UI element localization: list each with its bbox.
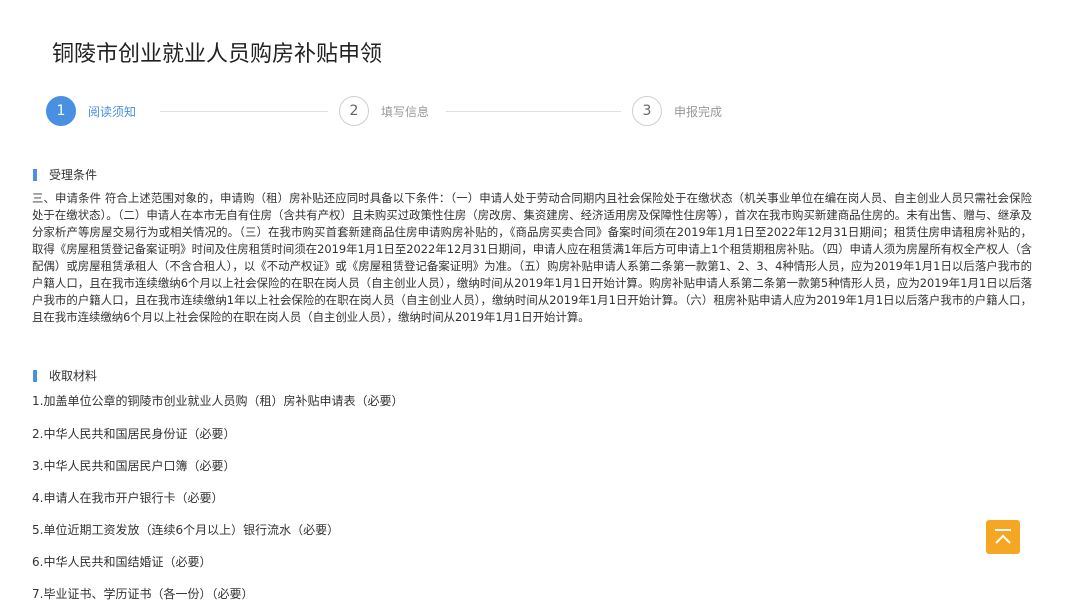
page-title: 铜陵市创业就业人员购房补贴申领 [52,42,383,67]
section-marker [33,168,37,181]
step-connector [446,111,621,112]
material-item: 6.中华人民共和国结婚证（必要） [32,555,212,569]
step-label-2: 填写信息 [381,104,430,119]
page: 铜陵市创业就业人员购房补贴申领 1 阅读须知 2 填写信息 3 申报完成 受理条… [0,0,1080,611]
conditions-header: 受理条件 [33,166,97,183]
materials-heading: 收取材料 [49,369,98,383]
conditions-text: 三、申请条件 符合上述范围对象的，申请购（租）房补贴还应同时具备以下条件：（一）… [32,191,1032,324]
step-label-1: 阅读须知 [88,104,137,119]
material-item: 7.毕业证书、学历证书（各一份）（必要） [32,587,254,601]
step-number-1: 1 [46,96,76,126]
step-number-2: 2 [339,96,369,126]
step-read-notice[interactable]: 1 阅读须知 [46,95,136,127]
step-complete[interactable]: 3 申报完成 [632,95,722,127]
material-item: 2.中华人民共和国居民身份证（必要） [32,427,236,441]
step-number-3: 3 [632,96,662,126]
material-item: 4.申请人在我市开户银行卡（必要） [32,491,224,505]
section-marker [33,369,37,382]
step-label-3: 申报完成 [674,104,723,119]
material-item: 1.加盖单位公章的铜陵市创业就业人员购（租）房补贴申请表（必要） [32,394,404,408]
back-to-top-button[interactable] [986,520,1020,554]
step-connector [160,111,328,112]
arrow-up-to-top-icon [995,529,1011,544]
conditions-heading: 受理条件 [49,168,98,182]
materials-header: 收取材料 [33,367,97,384]
material-item: 3.中华人民共和国居民户口簿（必要） [32,459,236,473]
step-fill-info[interactable]: 2 填写信息 [339,95,429,127]
material-item: 5.单位近期工资发放（连续6个月以上）银行流水（必要） [32,523,340,537]
